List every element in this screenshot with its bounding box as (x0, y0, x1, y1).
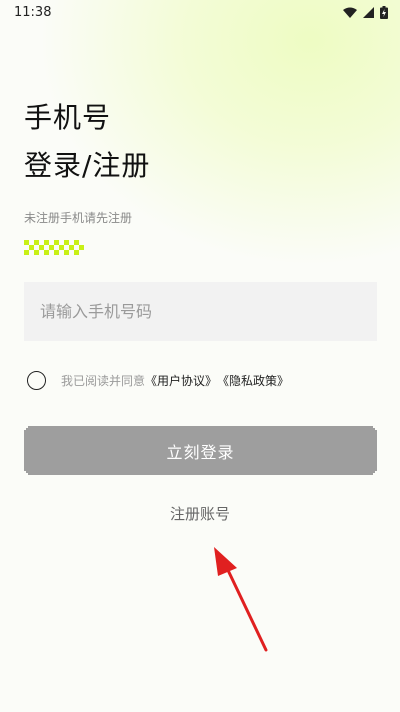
agreement-prefix: 我已阅读并同意 (61, 374, 146, 388)
page-title-line1: 手机号 (24, 101, 112, 134)
register-hint: 未注册手机请先注册 (24, 211, 133, 225)
battery-charging-icon (380, 5, 388, 19)
cell-signal-icon (363, 6, 374, 18)
page-title-line2: 登录/注册 (24, 149, 151, 182)
status-bar: 11:38 (0, 0, 400, 24)
agreement-checkbox[interactable] (27, 371, 46, 390)
login-screen: 11:38 手机号 登录/注册 未注册手机请先注册 请输入手机号码 我已阅读并同… (0, 0, 400, 712)
login-button-label: 立刻登录 (166, 442, 235, 462)
status-time: 11:38 (14, 4, 52, 20)
register-account-link[interactable]: 注册账号 (0, 503, 400, 524)
wifi-icon (343, 7, 357, 18)
agreement-row: 我已阅读并同意 《用户协议》 《隐私政策》 (27, 371, 289, 390)
checker-decoration-icon (24, 240, 84, 255)
phone-number-input[interactable] (24, 282, 377, 341)
status-icons (343, 5, 388, 19)
user-agreement-link[interactable]: 《用户协议》 (145, 372, 217, 389)
login-button[interactable]: 立刻登录 (24, 426, 377, 475)
privacy-policy-link[interactable]: 《隐私政策》 (217, 372, 289, 389)
